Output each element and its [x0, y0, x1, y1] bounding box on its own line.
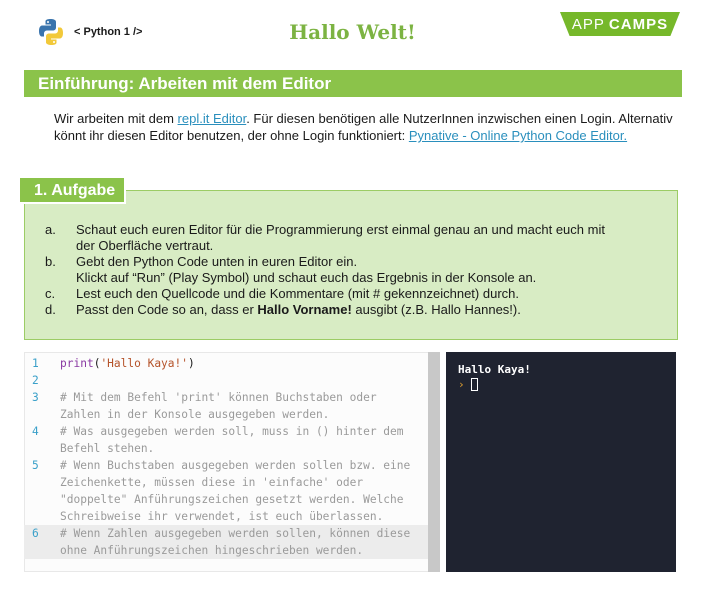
code-text: # Mit dem Befehl 'print' können Buchstab…	[60, 391, 377, 404]
code-text: # Was ausgegeben werden soll, muss in ()…	[60, 425, 404, 438]
line-number: 1	[32, 357, 39, 370]
task-line: Schaut euch euren Editor für die Program…	[76, 222, 605, 237]
code-line[interactable]: Zahlen in der Konsole ausgegeben werden.	[24, 406, 428, 423]
brand-light: APP	[571, 15, 605, 33]
code-line[interactable]: 6 # Wenn Zahlen ausgegeben werden sollen,…	[24, 525, 428, 542]
cursor-icon	[470, 378, 478, 391]
intro-text-before: Wir arbeiten mit dem	[54, 111, 178, 126]
code-text: Zeichenkette, müssen diese in 'einfache'…	[60, 476, 364, 489]
console-prompt[interactable]: ›	[458, 378, 478, 391]
task-item: c. Lest euch den Quellcode und die Komme…	[44, 286, 664, 302]
task-text-bold: Hallo Vorname!	[257, 302, 352, 317]
line-number: 5	[32, 459, 39, 472]
task-line: Klickt auf “Run” (Play Symbol) und schau…	[76, 270, 537, 285]
code-line[interactable]: ohne Anführungszeichen hingeschrieben we…	[24, 542, 428, 559]
code-line[interactable]: 5 # Wenn Buchstaben ausgegeben werden sol…	[24, 457, 428, 474]
task-letter: c.	[45, 286, 56, 301]
line-number	[24, 542, 60, 559]
line-number	[24, 474, 60, 491]
code-line[interactable]: Schreibweise ihr verwendet, ist euch übe…	[24, 508, 428, 525]
section-title: Einführung: Arbeiten mit dem Editor	[38, 74, 332, 93]
brand-bold: CAMPS	[608, 15, 669, 33]
code-line[interactable]: 1 print('Hallo Kaya!')	[24, 355, 428, 372]
console-output: Hallo Kaya!	[458, 363, 531, 376]
editor-scrollbar[interactable]	[428, 352, 440, 572]
task-label: 1. Aufgabe	[18, 176, 126, 204]
code-text: # Wenn Zahlen ausgegeben werden sollen, …	[60, 527, 411, 540]
appcamps-logo: APP CAMPS	[560, 12, 680, 36]
code-text: print('Hallo Kaya!')	[60, 357, 195, 370]
pynative-link[interactable]: Pynative - Online Python Code Editor.	[409, 128, 627, 143]
line-number	[24, 508, 60, 525]
task-list: a. Schaut euch euren Editor für die Prog…	[44, 222, 664, 318]
line-number	[24, 440, 60, 457]
line-number: 2	[32, 374, 39, 387]
console-panel[interactable]	[446, 352, 676, 572]
code-line[interactable]: Zeichenkette, müssen diese in 'einfache'…	[24, 474, 428, 491]
line-number: 6	[32, 527, 39, 540]
task-text: ausgibt (z.B. Hallo Hannes!).	[351, 302, 521, 317]
task-line: Passt den Code so an, dass er Hallo Vorn…	[76, 302, 664, 318]
code-text: ​	[60, 372, 428, 389]
section-header-intro: Einführung: Arbeiten mit dem Editor	[24, 70, 682, 97]
line-number: 4	[32, 425, 39, 438]
line-number	[24, 491, 60, 508]
code-text: Schreibweise ihr verwendet, ist euch übe…	[60, 510, 384, 523]
task-letter: a.	[45, 222, 56, 237]
task-text: Passt den Code so an, dass er	[76, 302, 258, 317]
task-item: b. Gebt den Python Code unten in euren E…	[44, 254, 664, 286]
task-line: der Oberfläche vertraut.	[76, 238, 214, 253]
code-text: Zahlen in der Konsole ausgegeben werden.	[60, 408, 330, 421]
code-text: # Wenn Buchstaben ausgegeben werden soll…	[60, 459, 411, 472]
intro-paragraph: Wir arbeiten mit dem repl.it Editor. Für…	[54, 110, 674, 144]
code-area[interactable]: 1print('Hallo Kaya!')2​3# Mit dem Befehl…	[24, 355, 428, 559]
code-line[interactable]: "doppelte" Anführungszeichen gesetzt wer…	[24, 491, 428, 508]
header: < Python 1 /> Hallo Welt! APP CAMPS	[0, 0, 705, 62]
line-number	[24, 406, 60, 423]
code-line[interactable]: 4 # Was ausgegeben werden soll, muss in (…	[24, 423, 428, 440]
code-line[interactable]: 2​	[24, 372, 428, 389]
line-number: 3	[32, 391, 39, 404]
task-line: Gebt den Python Code unten in euren Edit…	[76, 254, 358, 269]
task-letter: b.	[45, 254, 56, 269]
code-line[interactable]: Befehl stehen.	[24, 440, 428, 457]
code-line[interactable]: 3 # Mit dem Befehl 'print' können Buchsta…	[24, 389, 428, 406]
code-text: ohne Anführungszeichen hingeschrieben we…	[60, 544, 364, 557]
code-text: Befehl stehen.	[60, 442, 155, 455]
task-letter: d.	[45, 302, 56, 317]
task-item: d. Passt den Code so an, dass er Hallo V…	[44, 302, 664, 318]
task-item: a. Schaut euch euren Editor für die Prog…	[44, 222, 664, 254]
prompt-chevron-icon: ›	[458, 378, 465, 391]
task-line: Lest euch den Quellcode und die Kommenta…	[76, 286, 519, 301]
replit-link[interactable]: repl.it Editor	[178, 111, 247, 126]
code-keyword: print	[60, 357, 94, 370]
code-string: 'Hallo Kaya!'	[100, 357, 188, 370]
code-text: "doppelte" Anführungszeichen gesetzt wer…	[60, 493, 404, 506]
